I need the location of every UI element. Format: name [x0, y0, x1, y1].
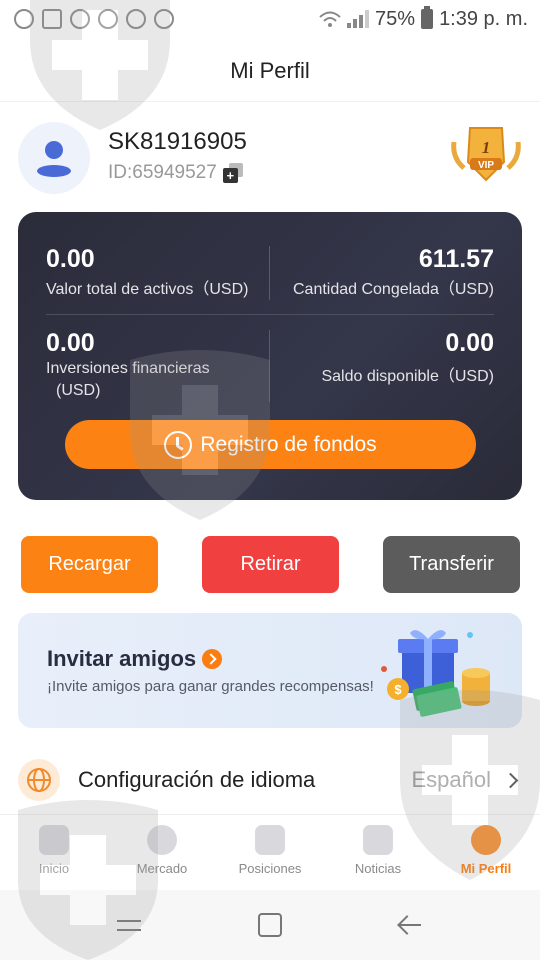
user-id-row: ID:65949527 — [108, 162, 243, 184]
total-assets-label: Valor total de activos（USD) — [46, 281, 249, 298]
bottom-tab-bar: Inicio Mercado Posiciones Noticias Mi Pe… — [0, 814, 540, 890]
profile-section: SK81916905 ID:65949527 1 VIP — [18, 120, 522, 196]
divider — [46, 314, 494, 315]
page-header: Mi Perfil — [0, 40, 540, 102]
market-icon — [147, 825, 177, 855]
fund-record-label: Registro de fondos — [200, 432, 377, 456]
invite-friends-banner[interactable]: Invitar amigos ¡Invite amigos para ganar… — [18, 613, 522, 728]
globe-icon-wrap — [18, 759, 60, 801]
tab-label: Mi Perfil — [460, 861, 512, 876]
tab-mercado[interactable]: Mercado — [108, 815, 216, 890]
chevron-right-icon — [502, 772, 519, 788]
action-buttons: Recargar Retirar Transferir — [21, 536, 520, 593]
clock-time: 1:39 p. m. — [439, 7, 528, 30]
invite-subtitle: ¡Invite amigos para ganar grandes recomp… — [47, 678, 374, 695]
divider — [269, 330, 270, 402]
chrome-icon — [14, 9, 34, 29]
globe-icon — [27, 768, 51, 792]
vip-right-wing — [506, 141, 521, 170]
total-assets-block: 0.00 Valor total de activos（USD) — [46, 245, 248, 301]
status-bar: 75% 1:39 p. m. — [0, 0, 540, 38]
fund-record-button[interactable]: Registro de fondos — [65, 420, 476, 469]
tab-label: Noticias — [354, 861, 402, 876]
vip-level: 1 — [482, 138, 491, 157]
avatar[interactable] — [18, 122, 90, 194]
positions-icon — [255, 825, 285, 855]
invite-title-row: Invitar amigos — [47, 646, 223, 672]
assets-card: 0.00 Valor total de activos（USD) 611.57 … — [18, 212, 522, 500]
profile-icon — [471, 825, 501, 855]
battery-percent: 75% — [375, 7, 416, 30]
contact-icon — [42, 9, 62, 29]
notification-icons — [14, 9, 174, 29]
investments-label: Inversiones financieras — [46, 360, 210, 377]
home-button-icon[interactable] — [257, 913, 282, 937]
vip-badge[interactable]: 1 VIP — [450, 124, 522, 186]
battery-icon — [421, 6, 434, 29]
facebook-icon — [70, 9, 90, 29]
whatsapp-icon — [98, 9, 118, 29]
settings-notification-icon — [154, 9, 174, 29]
frozen-amount-block: 611.57 Cantidad Congelada（USD) — [293, 245, 494, 301]
invite-title: Invitar amigos — [47, 646, 197, 671]
recharge-label: Recargar — [48, 553, 131, 575]
available-balance-value: 0.00 — [445, 329, 494, 357]
transfer-label: Transferir — [409, 553, 494, 575]
total-assets-value: 0.00 — [46, 245, 95, 273]
vip-label: VIP — [478, 160, 494, 171]
tab-label: Posiciones — [238, 861, 302, 876]
frozen-amount-value: 611.57 — [418, 245, 494, 273]
frozen-amount-label: Cantidad Congelada（USD) — [292, 281, 494, 298]
svg-text:$: $ — [394, 682, 402, 697]
investments-value: 0.00 — [46, 329, 95, 357]
language-setting-label: Configuración de idioma — [78, 767, 316, 792]
signal-icon — [347, 10, 370, 28]
tab-noticias[interactable]: Noticias — [324, 815, 432, 890]
language-setting-row[interactable]: Configuración de idioma Español — [18, 752, 522, 808]
system-navigation-bar — [0, 890, 540, 960]
home-icon — [39, 825, 69, 855]
gift-illustration: $ — [381, 630, 490, 717]
chevron-right-circle-icon — [202, 649, 223, 669]
copy-icon[interactable] — [222, 163, 243, 183]
investments-block: 0.00 Inversiones financieras (USD) — [46, 329, 210, 402]
tab-inicio[interactable]: Inicio — [0, 815, 108, 890]
investments-unit: (USD) — [56, 382, 101, 399]
user-id: ID:65949527 — [108, 162, 217, 183]
available-balance-label: Saldo disponible（USD) — [321, 368, 494, 385]
clock-icon — [164, 430, 193, 459]
tab-mi-perfil[interactable]: Mi Perfil — [432, 815, 540, 890]
tab-label: Inicio — [38, 861, 70, 876]
language-value: Español — [411, 767, 491, 792]
news-icon — [363, 825, 393, 855]
page-title: Mi Perfil — [230, 57, 310, 83]
recent-apps-icon[interactable] — [117, 916, 143, 934]
back-icon[interactable] — [397, 915, 423, 935]
withdraw-button[interactable]: Retirar — [202, 536, 339, 593]
recharge-button[interactable]: Recargar — [21, 536, 158, 593]
username: SK81916905 — [108, 128, 247, 155]
wifi-icon — [319, 11, 341, 27]
system-status: 75% 1:39 p. m. — [319, 6, 528, 31]
vip-left-wing — [451, 141, 466, 170]
tab-posiciones[interactable]: Posiciones — [216, 815, 324, 890]
whatsapp-icon-2 — [126, 9, 146, 29]
divider — [269, 246, 270, 300]
withdraw-label: Retirar — [240, 553, 301, 575]
transfer-button[interactable]: Transferir — [383, 536, 520, 593]
available-balance-block: 0.00 Saldo disponible（USD) — [321, 329, 494, 388]
user-icon — [37, 141, 71, 177]
tab-label: Mercado — [136, 861, 188, 876]
